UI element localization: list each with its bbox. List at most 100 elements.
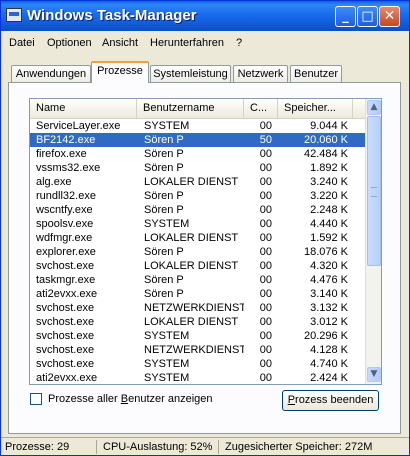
column-header-cpu[interactable]: C... [244,99,278,118]
process-row[interactable]: svchost.exe LOKALER DIENST 00 4.320 K [30,259,365,273]
menu-help[interactable]: ? [236,37,242,49]
tab-systemleistung[interactable]: Systemleistung [150,65,231,82]
cpu-cell: 00 [259,344,272,356]
memory-cell: 20.060 K [303,134,348,146]
status-process-count: Prozesse: 29 [1,440,97,454]
task-manager-window: Windows Task-Manager _ □ ✕ Datei Optione… [0,0,410,456]
show-all-users-checkbox[interactable] [30,393,42,405]
cpu-cell: 00 [259,148,272,160]
scroll-thumb[interactable] [367,116,381,266]
username-cell: NETZWERKDIENST [144,344,244,356]
username-cell: Sören P [144,162,184,174]
memory-cell: 1.592 K [310,232,348,244]
close-button[interactable]: ✕ [379,6,400,27]
menu-optionen[interactable]: Optionen [47,37,92,49]
cpu-cell: 00 [259,218,272,230]
process-row[interactable]: BF2142.exe Sören P 50 20.060 K [30,133,365,147]
process-name-cell: wscntfy.exe [36,204,93,216]
process-list[interactable]: Name Benutzername C... Speicher... Servi… [29,98,382,385]
memory-cell: 3.132 K [310,302,348,314]
process-name-cell: svchost.exe [36,358,95,370]
column-header-memory[interactable]: Speicher... [278,99,353,118]
maximize-button[interactable]: □ [357,6,378,27]
cpu-cell: 00 [259,190,272,202]
process-row[interactable]: svchost.exe SYSTEM 00 4.740 K [30,357,365,371]
memory-cell: 4.320 K [310,260,348,272]
cpu-cell: 00 [259,162,272,174]
process-name-cell: alg.exe [36,176,72,188]
memory-cell: 2.424 K [310,372,348,384]
memory-cell: 9.044 K [310,120,348,132]
tab-netzwerk[interactable]: Netzwerk [233,65,288,82]
username-cell: SYSTEM [144,218,190,230]
memory-cell: 3.220 K [310,190,348,202]
process-row[interactable]: alg.exe LOKALER DIENST 00 3.240 K [30,175,365,189]
cpu-cell: 00 [259,330,272,342]
scroll-up-arrow-icon[interactable]: ▲ [367,100,381,115]
process-row[interactable]: explorer.exe Sören P 00 18.076 K [30,245,365,259]
title-bar[interactable]: Windows Task-Manager _ □ ✕ [1,1,409,31]
tab-strip: Anwendungen Prozesse Systemleistung Netz… [1,59,409,83]
memory-cell: 4.440 K [310,218,348,230]
process-row[interactable]: svchost.exe SYSTEM 00 20.296 K [30,329,365,343]
vertical-scrollbar[interactable]: ▲ ▼ [365,99,381,384]
process-row[interactable]: svchost.exe NETZWERKDIENST 00 4.128 K [30,343,365,357]
memory-cell: 3.140 K [310,288,348,300]
process-name-cell: svchost.exe [36,344,95,356]
process-row[interactable]: taskmgr.exe Sören P 00 4.476 K [30,273,365,287]
cpu-cell: 00 [259,372,272,384]
process-row[interactable]: ati2evxx.exe Sören P 00 3.140 K [30,287,365,301]
process-row[interactable]: wdfmgr.exe LOKALER DIENST 00 1.592 K [30,231,365,245]
process-row[interactable]: ati2evxx.exe SYSTEM 00 2.424 K [30,371,365,384]
memory-cell: 1.892 K [310,162,348,174]
process-row[interactable]: svchost.exe LOKALER DIENST 00 3.012 K [30,315,365,329]
process-name-cell: ati2evxx.exe [36,288,98,300]
column-header-name[interactable]: Name [30,99,137,118]
cpu-cell: 00 [259,120,272,132]
username-cell: LOKALER DIENST [144,176,239,188]
task-manager-icon [6,8,22,22]
show-all-users-label[interactable]: Prozesse aller Benutzer anzeigen [48,393,213,405]
memory-cell: 4.476 K [310,274,348,286]
process-row[interactable]: wscntfy.exe Sören P 00 2.248 K [30,203,365,217]
tab-anwendungen[interactable]: Anwendungen [11,65,91,82]
username-cell: Sören P [144,134,184,146]
minimize-button[interactable]: _ [335,6,356,27]
memory-cell: 20.296 K [303,330,348,342]
process-name-cell: svchost.exe [36,330,95,342]
list-header: Name Benutzername C... Speicher... [30,99,365,119]
memory-cell: 42.484 K [303,148,348,160]
end-process-button[interactable]: Prozess beenden [282,390,379,411]
username-cell: SYSTEM [144,358,190,370]
status-commit-charge: Zugesicherter Speicher: 272M [225,441,373,453]
menu-ansicht[interactable]: Ansicht [102,37,138,49]
process-name-cell: svchost.exe [36,260,95,272]
status-bar: Prozesse: 29 CPU-Auslastung: 52% Zugesic… [1,437,409,455]
username-cell: Sören P [144,288,184,300]
tab-prozesse[interactable]: Prozesse [91,61,149,83]
process-name-cell: svchost.exe [36,316,95,328]
process-row[interactable]: vssms32.exe Sören P 00 1.892 K [30,161,365,175]
username-cell: Sören P [144,148,184,160]
process-row[interactable]: firefox.exe Sören P 00 42.484 K [30,147,365,161]
cpu-cell: 00 [259,232,272,244]
username-cell: Sören P [144,246,184,258]
memory-cell: 3.012 K [310,316,348,328]
process-row[interactable]: spoolsv.exe SYSTEM 00 4.440 K [30,217,365,231]
menu-herunterfahren[interactable]: Herunterfahren [150,37,224,49]
username-cell: LOKALER DIENST [144,232,239,244]
menu-datei[interactable]: Datei [9,37,35,49]
column-header-username[interactable]: Benutzername [137,99,244,118]
process-row[interactable]: ServiceLayer.exe SYSTEM 00 9.044 K [30,119,365,133]
cpu-cell: 00 [259,176,272,188]
scroll-down-arrow-icon[interactable]: ▼ [367,367,381,382]
cpu-cell: 50 [259,134,272,146]
process-row[interactable]: rundll32.exe Sören P 00 3.220 K [30,189,365,203]
memory-cell: 4.740 K [310,358,348,370]
process-name-cell: taskmgr.exe [36,274,96,286]
tab-benutzer[interactable]: Benutzer [290,65,342,82]
memory-cell: 2.248 K [310,204,348,216]
username-cell: LOKALER DIENST [144,260,239,272]
process-name-cell: vssms32.exe [36,162,101,174]
process-row[interactable]: svchost.exe NETZWERKDIENST 00 3.132 K [30,301,365,315]
